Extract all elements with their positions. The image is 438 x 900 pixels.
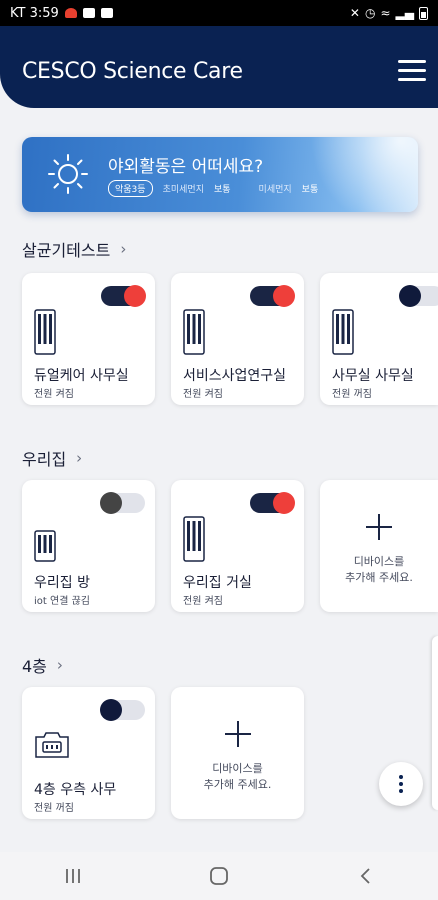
section-title-sterilizer-test[interactable]: 살균기테스트 ›: [22, 237, 126, 261]
weather-headline: 야외활동은 어떠세요?: [108, 157, 264, 177]
air-quality-details: 악움3등 초미세먼지 보통 미세먼지 보통: [108, 180, 318, 197]
device-card[interactable]: 사무실 사무실 전원 꺼짐: [320, 273, 438, 405]
app-title: CESCO Science Care: [22, 59, 243, 84]
section-label: 4층: [22, 657, 47, 676]
device-status: iot 연결 끊김: [34, 596, 90, 607]
back-icon[interactable]: [335, 852, 395, 900]
chevron-right-icon: ›: [120, 240, 127, 258]
add-device-text: 디바이스를 추가해 주세요.: [171, 761, 304, 793]
home-icon[interactable]: [189, 852, 249, 900]
device-card[interactable]: 서비스사업연구실 전원 켜짐: [171, 273, 304, 405]
device-status: 전원 꺼짐: [34, 803, 74, 814]
plus-icon: [366, 514, 392, 540]
mute-icon: ✕: [349, 6, 360, 20]
more-options-icon[interactable]: [379, 762, 423, 806]
edge-panel-handle[interactable]: [432, 636, 438, 810]
dust-value: 보통: [301, 185, 319, 195]
add-device-card[interactable]: 디바이스를 추가해 주세요.: [320, 480, 438, 612]
add-device-text: 디바이스를 추가해 주세요.: [320, 554, 438, 586]
section-label: 살균기테스트: [22, 241, 111, 260]
app-header: CESCO Science Care: [0, 26, 438, 108]
hamburger-menu-icon[interactable]: [398, 60, 426, 82]
device-status: 전원 꺼짐: [332, 389, 372, 400]
device-status: 전원 켜짐: [183, 389, 223, 400]
add-device-line2: 추가해 주세요.: [345, 571, 413, 584]
power-toggle[interactable]: [250, 285, 295, 307]
device-name: 서비스사업연구실: [183, 368, 287, 384]
gallery-icon: [100, 8, 113, 18]
device-status: 전원 켜짐: [34, 389, 74, 400]
weather-banner[interactable]: 야외활동은 어떠세요? 악움3등 초미세먼지 보통 미세먼지 보통: [22, 137, 418, 212]
status-bar: KT 3:59 ✕ ◷ ≈ ▂▄: [0, 0, 438, 26]
air-purifier-icon: [34, 309, 56, 355]
fine-dust-value: 보통: [213, 185, 231, 195]
sun-icon: [48, 154, 88, 194]
device-name: 4층 우측 사무: [34, 782, 117, 798]
add-device-line1: 디바이스를: [212, 762, 263, 775]
recent-apps-icon[interactable]: [43, 852, 103, 900]
device-name: 듀얼케어 사무실: [34, 368, 129, 384]
system-nav-bar: [0, 852, 438, 900]
power-toggle[interactable]: [100, 699, 145, 721]
dust-label: 미세먼지: [258, 185, 292, 195]
device-card[interactable]: 우리집 거실 전원 켜짐: [171, 480, 304, 612]
small-air-purifier-icon: [34, 530, 56, 562]
add-device-card[interactable]: 디바이스를 추가해 주세요.: [171, 687, 304, 819]
device-card[interactable]: 우리집 방 iot 연결 끊김: [22, 480, 155, 612]
air-purifier-icon: [183, 516, 205, 562]
power-toggle[interactable]: [100, 492, 145, 514]
air-purifier-icon: [332, 309, 354, 355]
device-name: 사무실 사무실: [332, 368, 414, 384]
section-label: 우리집: [22, 450, 67, 469]
section-title-4f[interactable]: 4층 ›: [22, 653, 63, 677]
wall-device-icon: [35, 732, 69, 758]
carrier-time: KT 3:59: [10, 5, 59, 21]
weather-badge: 악움3등: [108, 180, 153, 197]
chevron-right-icon: ›: [76, 449, 83, 467]
battery-icon: [419, 6, 428, 20]
device-card[interactable]: 4층 우측 사무 전원 꺼짐: [22, 687, 155, 819]
device-name: 우리집 방: [34, 575, 90, 591]
signal-icon: ▂▄: [395, 6, 414, 20]
power-toggle[interactable]: [250, 492, 295, 514]
power-toggle[interactable]: [399, 285, 438, 307]
air-purifier-icon: [183, 309, 205, 355]
chevron-right-icon: ›: [56, 656, 63, 674]
section-title-home[interactable]: 우리집 ›: [22, 446, 82, 470]
power-toggle[interactable]: [101, 285, 146, 307]
add-device-line1: 디바이스를: [353, 555, 405, 568]
device-name: 우리집 거실: [183, 575, 252, 591]
add-device-line2: 추가해 주세요.: [203, 778, 272, 791]
notification-app-icon: [64, 8, 77, 18]
fine-dust-label: 초미세먼지: [162, 185, 204, 195]
plus-icon: [224, 721, 251, 747]
wifi-icon: ≈: [380, 6, 391, 20]
message-icon: [82, 8, 95, 18]
device-status: 전원 켜짐: [183, 596, 223, 607]
alarm-icon: ◷: [364, 6, 376, 20]
device-card[interactable]: 듀얼케어 사무실 전원 켜짐: [22, 273, 155, 405]
